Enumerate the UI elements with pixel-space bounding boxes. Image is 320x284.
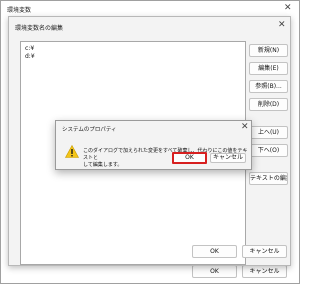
outer-ok-button[interactable]: OK	[192, 265, 237, 278]
dialog-message-line: して編集します。	[83, 162, 123, 168]
window-title: 環境変数	[7, 7, 32, 14]
warning-icon	[65, 145, 79, 158]
edit-button[interactable]: 編集(E)	[249, 62, 288, 75]
new-button[interactable]: 新規(N)	[249, 44, 288, 57]
move-up-button[interactable]: 上へ(U)	[249, 126, 288, 139]
list-item[interactable]: c:¥	[25, 45, 34, 52]
close-icon[interactable]: ✕	[278, 21, 286, 30]
delete-button[interactable]: 削除(D)	[249, 98, 288, 111]
system-properties-dialog: システムのプロパティ ✕ このダイアログで加えられた変更をすべて破棄し、代わりに…	[55, 120, 252, 170]
list-item[interactable]: d:¥	[25, 53, 35, 60]
close-icon[interactable]: ✕	[284, 4, 292, 13]
edit-text-button[interactable]: テキストの編集(T)...	[249, 172, 288, 185]
dialog-cancel-button[interactable]: キャンセル	[210, 153, 246, 163]
close-icon[interactable]: ✕	[241, 123, 249, 132]
edit-ok-button[interactable]: OK	[192, 245, 237, 258]
edit-window-title: 環境変数名の編集	[15, 25, 64, 32]
move-down-button[interactable]: 下へ(O)	[249, 144, 288, 157]
dialog-title: システムのプロパティ	[62, 127, 117, 133]
outer-cancel-button[interactable]: キャンセル	[242, 265, 287, 278]
browse-button[interactable]: 参照(B)...	[249, 80, 288, 93]
dialog-ok-button[interactable]: OK	[172, 152, 207, 164]
edit-cancel-button[interactable]: キャンセル	[242, 245, 287, 258]
